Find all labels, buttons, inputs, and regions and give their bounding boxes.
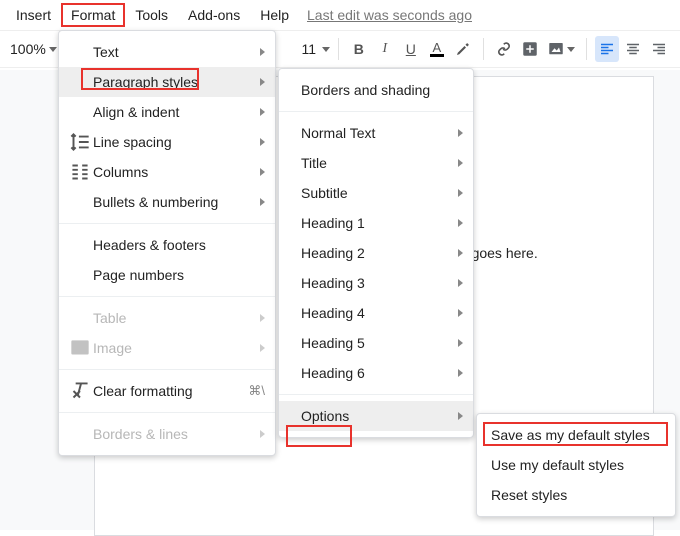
- bold-button[interactable]: B: [347, 36, 371, 62]
- submenu-arrow-icon: [260, 48, 265, 56]
- mi-image: Image: [59, 333, 275, 363]
- columns-icon: [67, 163, 93, 181]
- text-color-button[interactable]: A: [425, 36, 449, 62]
- mi-save-default-styles[interactable]: Save as my default styles: [477, 420, 675, 450]
- align-left-icon: [598, 40, 616, 58]
- submenu-arrow-icon: [260, 344, 265, 352]
- menu-tools[interactable]: Tools: [125, 3, 178, 27]
- menu-separator: [59, 223, 275, 224]
- mi-heading-3[interactable]: Heading 3: [279, 268, 473, 298]
- mi-page-numbers[interactable]: Page numbers: [59, 260, 275, 290]
- insert-image-button[interactable]: [544, 36, 578, 62]
- submenu-arrow-icon: [260, 108, 265, 116]
- italic-button[interactable]: I: [373, 36, 397, 62]
- menu-insert[interactable]: Insert: [6, 3, 61, 27]
- highlighter-icon: [454, 40, 472, 58]
- submenu-arrow-icon: [458, 189, 463, 197]
- submenu-arrow-icon: [458, 279, 463, 287]
- menu-format[interactable]: Format: [61, 3, 125, 27]
- mi-reset-styles[interactable]: Reset styles: [477, 480, 675, 510]
- add-comment-button[interactable]: [518, 36, 542, 62]
- format-menu: Text Paragraph styles Align & indent Lin…: [58, 30, 276, 456]
- menu-help[interactable]: Help: [250, 3, 299, 27]
- toolbar-separator: [586, 38, 587, 60]
- align-right-button[interactable]: [647, 36, 671, 62]
- submenu-arrow-icon: [260, 168, 265, 176]
- insert-link-button[interactable]: [492, 36, 516, 62]
- align-right-icon: [650, 40, 668, 58]
- font-size-value: 11: [298, 41, 320, 57]
- mi-paragraph-styles[interactable]: Paragraph styles: [59, 67, 275, 97]
- toolbar-separator: [338, 38, 339, 60]
- paragraph-styles-menu: Borders and shading Normal Text Title Su…: [278, 68, 474, 438]
- line-spacing-icon: [67, 133, 93, 151]
- mi-heading-2[interactable]: Heading 2: [279, 238, 473, 268]
- clear-format-icon: [67, 382, 93, 400]
- shortcut-label: ⌘\: [248, 383, 265, 399]
- mi-table: Table: [59, 303, 275, 333]
- underline-button[interactable]: U: [399, 36, 423, 62]
- mi-normal-text[interactable]: Normal Text: [279, 118, 473, 148]
- last-edit-link[interactable]: Last edit was seconds ago: [307, 7, 472, 23]
- submenu-arrow-icon: [260, 314, 265, 322]
- mi-options[interactable]: Options: [279, 401, 473, 431]
- mi-line-spacing[interactable]: Line spacing: [59, 127, 275, 157]
- menu-separator: [59, 412, 275, 413]
- font-size-control[interactable]: 11: [298, 41, 330, 57]
- caret-down-icon: [567, 47, 575, 52]
- submenu-arrow-icon: [458, 369, 463, 377]
- mi-title[interactable]: Title: [279, 148, 473, 178]
- link-icon: [495, 40, 513, 58]
- menu-separator: [59, 369, 275, 370]
- mi-borders-lines: Borders & lines: [59, 419, 275, 449]
- mi-columns[interactable]: Columns: [59, 157, 275, 187]
- align-left-button[interactable]: [595, 36, 619, 62]
- mi-heading-1[interactable]: Heading 1: [279, 208, 473, 238]
- mi-heading-4[interactable]: Heading 4: [279, 298, 473, 328]
- zoom-dropdown[interactable]: 100%: [4, 41, 57, 57]
- menu-separator: [279, 111, 473, 112]
- mi-use-default-styles[interactable]: Use my default styles: [477, 450, 675, 480]
- menu-separator: [279, 394, 473, 395]
- zoom-value: 100%: [10, 41, 46, 57]
- submenu-arrow-icon: [458, 159, 463, 167]
- submenu-arrow-icon: [458, 129, 463, 137]
- toolbar-separator: [483, 38, 484, 60]
- mi-subtitle[interactable]: Subtitle: [279, 178, 473, 208]
- menubar: Insert Format Tools Add-ons Help Last ed…: [0, 0, 680, 30]
- mi-borders-shading[interactable]: Borders and shading: [279, 75, 473, 105]
- mi-align-indent[interactable]: Align & indent: [59, 97, 275, 127]
- mi-heading-5[interactable]: Heading 5: [279, 328, 473, 358]
- mi-clear-formatting[interactable]: Clear formatting⌘\: [59, 376, 275, 406]
- submenu-arrow-icon: [260, 198, 265, 206]
- mi-heading-6[interactable]: Heading 6: [279, 358, 473, 388]
- image-icon: [547, 40, 565, 58]
- submenu-arrow-icon: [458, 219, 463, 227]
- submenu-arrow-icon: [260, 138, 265, 146]
- caret-down-icon: [322, 47, 330, 52]
- submenu-arrow-icon: [458, 339, 463, 347]
- align-center-icon: [624, 40, 642, 58]
- submenu-arrow-icon: [458, 412, 463, 420]
- align-center-button[interactable]: [621, 36, 645, 62]
- submenu-arrow-icon: [260, 430, 265, 438]
- highlight-button[interactable]: [451, 36, 475, 62]
- mi-bullets-numbering[interactable]: Bullets & numbering: [59, 187, 275, 217]
- options-menu: Save as my default styles Use my default…: [476, 413, 676, 517]
- image-icon: [67, 339, 93, 357]
- submenu-arrow-icon: [260, 78, 265, 86]
- mi-headers-footers[interactable]: Headers & footers: [59, 230, 275, 260]
- submenu-arrow-icon: [458, 309, 463, 317]
- comment-plus-icon: [521, 40, 539, 58]
- submenu-arrow-icon: [458, 249, 463, 257]
- menu-separator: [59, 296, 275, 297]
- mi-text[interactable]: Text: [59, 37, 275, 67]
- menu-addons[interactable]: Add-ons: [178, 3, 250, 27]
- caret-down-icon: [49, 47, 57, 52]
